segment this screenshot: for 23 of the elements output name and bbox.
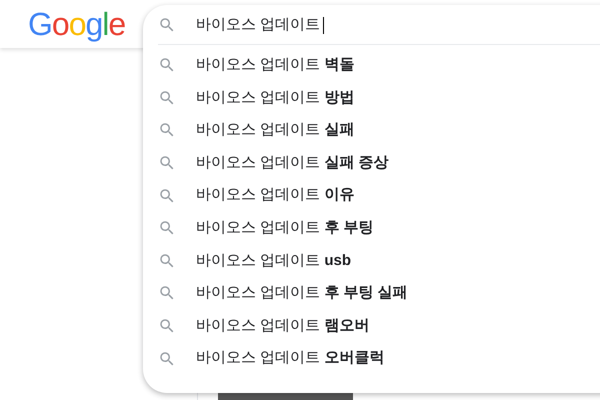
search-field[interactable]: 바이오스 업데이트 xyxy=(196,11,596,39)
search-icon xyxy=(158,219,176,238)
suggestion-item[interactable]: 바이오스 업데이트 후 부팅 xyxy=(143,212,600,245)
search-icon xyxy=(158,56,176,74)
suggestion-item[interactable]: 바이오스 업데이트 후 부팅 실패 xyxy=(143,277,600,310)
search-icon xyxy=(158,16,176,34)
search-icon xyxy=(158,350,176,368)
suggestion-item[interactable]: 바이오스 업데이트 램오버 xyxy=(143,310,600,342)
suggestion-item[interactable]: 바이오스 업데이트 실패 증상 xyxy=(143,146,600,180)
search-icon xyxy=(158,284,176,302)
suggestion-item[interactable]: 바이오스 업데이트 방법 xyxy=(143,82,600,114)
search-icon xyxy=(158,186,176,205)
suggestion-item[interactable]: 바이오스 업데이트 실패 xyxy=(143,114,600,147)
suggestion-item[interactable]: 바이오스 업데이트 벽돌 xyxy=(143,49,600,82)
search-icon xyxy=(158,154,176,172)
search-icon xyxy=(158,121,176,140)
suggestion-item[interactable]: 바이오스 업데이트 usb xyxy=(143,244,600,278)
suggestion-item[interactable]: 바이오스 업데이트 이유 xyxy=(143,179,600,212)
suggestion-item[interactable]: 바이오스 업데이트 오버클럭 xyxy=(143,342,600,375)
search-icon xyxy=(158,317,176,336)
search-icon xyxy=(158,88,176,107)
search-icon xyxy=(158,252,176,270)
google-logo[interactable]: Google xyxy=(28,4,126,44)
